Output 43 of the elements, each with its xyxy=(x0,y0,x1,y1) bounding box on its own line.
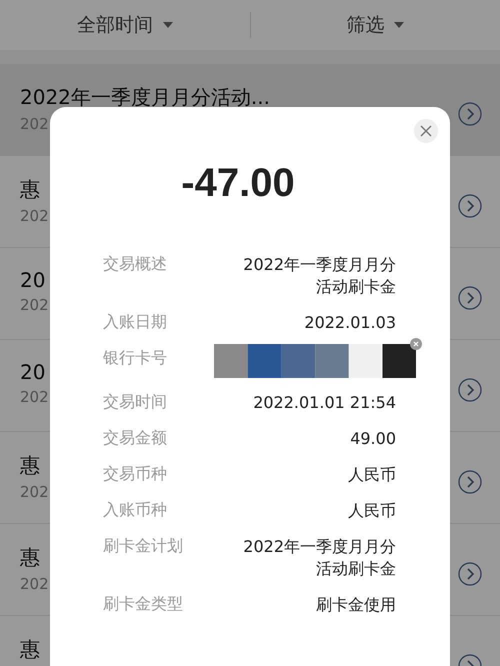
transaction-title: 惠 xyxy=(20,636,40,663)
field-value: 刷卡金使用 xyxy=(315,594,396,616)
field-value: 2022.01.03 xyxy=(303,312,396,334)
field-label: 交易币种 xyxy=(103,464,167,485)
field-value: 人民币 xyxy=(347,464,396,486)
filter-dropdown[interactable]: 筛选 xyxy=(346,12,384,38)
chevron-right-icon[interactable] xyxy=(458,286,482,310)
field-label: 刷卡金类型 xyxy=(103,594,183,615)
chevron-right-icon[interactable] xyxy=(458,194,482,218)
field-label: 交易金额 xyxy=(103,428,167,449)
transaction-date: 202 xyxy=(20,115,49,133)
transaction-title: 20 xyxy=(20,360,46,384)
transaction-title: 2022年一季度月月分活动... xyxy=(20,84,270,111)
caret-icon xyxy=(394,22,404,28)
transaction-date: 202 xyxy=(20,207,49,225)
field-value: 人民币 xyxy=(347,500,396,522)
field-label: 交易概述 xyxy=(103,254,167,275)
transaction-date: 202 xyxy=(20,575,49,593)
time-filter-dropdown[interactable]: 全部时间 xyxy=(76,12,153,38)
amount: -47.00 xyxy=(180,161,296,206)
transaction-title: 惠 xyxy=(20,176,40,203)
transaction-title: 惠 xyxy=(20,544,40,571)
field-label: 入账币种 xyxy=(103,500,167,521)
transaction-date: 202 xyxy=(20,388,49,406)
chevron-right-icon[interactable] xyxy=(458,102,482,126)
field-value: 2022.01.01 21:54 xyxy=(252,392,396,414)
field-value: 2022年一季度月月分活动刷卡金 xyxy=(242,254,396,298)
transaction-title: 惠 xyxy=(20,452,40,479)
caret-icon xyxy=(162,22,173,28)
transaction-date: 202 xyxy=(20,483,49,501)
transaction-date: 202 xyxy=(20,296,49,314)
transaction-title: 20 xyxy=(20,268,46,292)
close-icon[interactable] xyxy=(414,119,438,143)
remove-icon[interactable] xyxy=(410,338,422,350)
field-label: 交易时间 xyxy=(103,392,167,413)
chevron-right-icon[interactable] xyxy=(458,378,482,402)
chevron-right-icon[interactable] xyxy=(458,562,482,586)
field-label: 入账日期 xyxy=(103,312,167,333)
field-value: 49.00 xyxy=(349,428,396,450)
field-value: 2022年一季度月月分活动刷卡金 xyxy=(242,536,396,580)
chevron-right-icon[interactable] xyxy=(458,470,482,494)
field-label: 刷卡金计划 xyxy=(103,536,183,557)
field-label: 银行卡号 xyxy=(103,348,167,369)
